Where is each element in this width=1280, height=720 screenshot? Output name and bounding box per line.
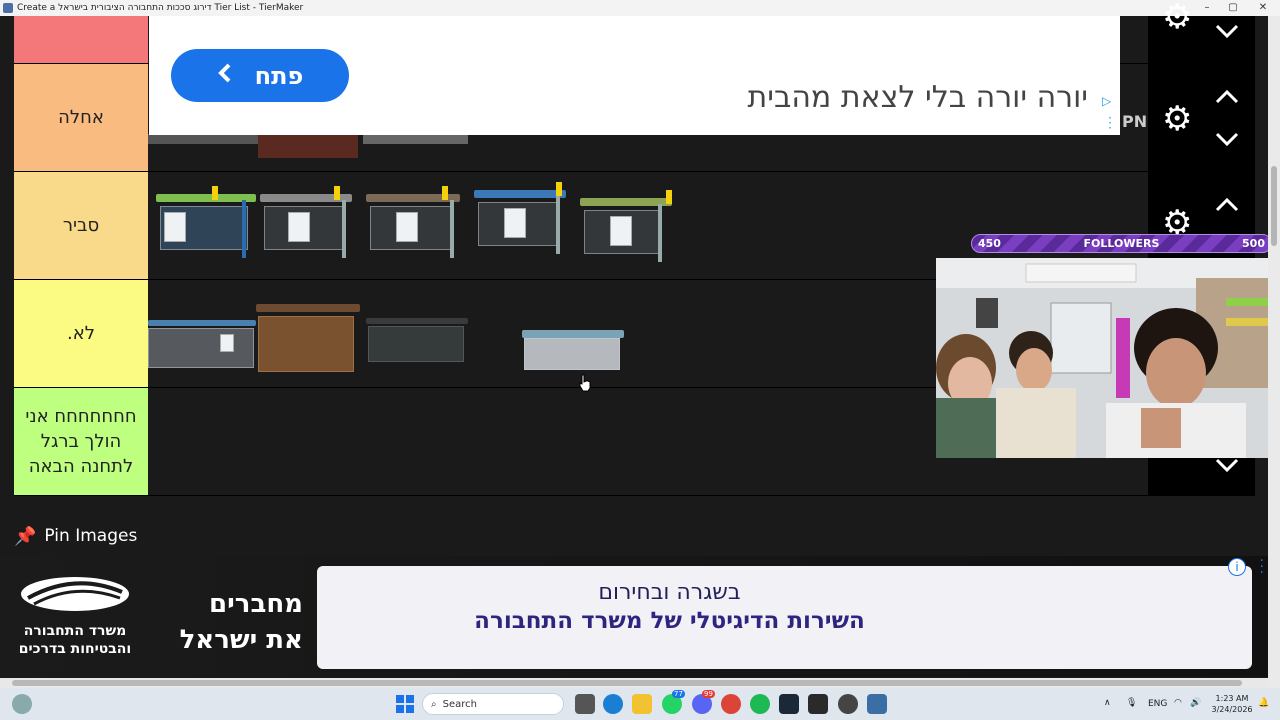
search-placeholder: Search <box>442 698 477 710</box>
screen: Create a דירוג סככות התחבורה הציבורית בי… <box>0 0 1280 720</box>
tier-label[interactable]: אחלה <box>14 64 148 171</box>
pin-icon: 📌 <box>14 525 37 547</box>
ad-slogan-line2: את ישראל <box>179 625 303 655</box>
pin-images-label: Pin Images <box>44 526 138 546</box>
widgets-icon[interactable] <box>12 694 32 714</box>
scrollbar-thumb[interactable] <box>12 680 1242 686</box>
gear-icon[interactable]: ⚙ <box>1162 102 1192 136</box>
wifi-icon[interactable]: ◠ <box>1174 698 1182 708</box>
followers-label: FOLLOWERS <box>1083 237 1160 250</box>
microphone-icon[interactable]: 🎙 <box>1126 698 1137 708</box>
ad-choices-icon[interactable]: ▷ <box>1102 94 1116 108</box>
discord-badge: 99 <box>702 690 715 698</box>
tier-item-shelter[interactable] <box>580 190 672 264</box>
volume-icon[interactable]: 🔊 <box>1190 698 1201 708</box>
window-title: Create a דירוג סככות התחבורה הציבורית בי… <box>17 3 304 13</box>
epic-games-icon[interactable] <box>808 694 828 714</box>
ad-banner-bottom[interactable]: משרד התחבורה והבטיחות בדרכים מחברים את י… <box>0 554 1268 677</box>
tier-item-shelter[interactable] <box>260 186 352 264</box>
steam-icon[interactable] <box>779 694 799 714</box>
search-icon: ⌕ <box>431 698 437 710</box>
ad-headline: יורה יורה בלי לצאת מהבית <box>747 80 1088 115</box>
chevron-down-icon[interactable] <box>1214 130 1240 148</box>
ministry-logo-icon <box>21 577 129 611</box>
tray-overflow-icon[interactable]: ∧ <box>1104 698 1111 708</box>
followers-goal-bar: 450 FOLLOWERS 500 <box>971 234 1272 253</box>
chevron-up-icon[interactable] <box>1214 196 1240 214</box>
chevron-left-icon <box>217 62 233 90</box>
tier-item-shelter[interactable] <box>148 134 258 144</box>
ad-panel-line1: בשגרה ובחירום <box>598 580 741 605</box>
followers-goal: 500 <box>1242 237 1265 250</box>
edge-icon[interactable] <box>603 694 623 714</box>
file-explorer-icon[interactable] <box>632 694 652 714</box>
calculator-icon[interactable] <box>867 694 887 714</box>
clock-date: 3/24/2026 <box>1211 705 1253 714</box>
taskbar-search[interactable]: ⌕ Search <box>422 693 564 715</box>
webcam-image <box>936 258 1280 458</box>
system-clock[interactable]: 1:23 AM 3/24/2026 <box>1210 693 1254 715</box>
vertical-scrollbar[interactable] <box>1268 16 1280 688</box>
tier-item-shelter[interactable] <box>366 318 468 368</box>
ad-brand-text: PN <box>1122 112 1148 131</box>
window-titlebar: Create a דירוג סככות התחבורה הציבורית בי… <box>0 0 1280 16</box>
horizontal-scrollbar[interactable] <box>0 678 1268 688</box>
tier-item-shelter[interactable] <box>156 186 256 264</box>
tier-item-shelter[interactable] <box>256 304 360 376</box>
tier-item-shelter[interactable] <box>474 182 566 264</box>
ad-more-icon[interactable]: · · · <box>1108 112 1112 134</box>
chrome-icon[interactable] <box>721 694 741 714</box>
webcam-overlay <box>936 258 1280 458</box>
maximize-button[interactable]: ▢ <box>1218 0 1248 16</box>
ad-open-button[interactable]: פתח <box>171 49 349 102</box>
ad-slogan: מחברים את ישראל <box>158 586 303 658</box>
tier-label[interactable]: סביר <box>14 172 148 279</box>
spotify-icon[interactable] <box>750 694 770 714</box>
whatsapp-badge: 77 <box>672 690 685 698</box>
task-view-icon[interactable] <box>575 694 595 714</box>
ministry-name-line2: והבטיחות בדרכים <box>18 641 132 657</box>
pin-images[interactable]: 📌 Pin Images <box>14 522 137 550</box>
info-icon[interactable]: i <box>1228 558 1246 576</box>
tier-label[interactable]: חחחחחחח אני הולך ברגל לתחנה הבאה <box>14 388 148 495</box>
gear-icon[interactable]: ⚙ <box>1162 0 1192 34</box>
notification-icon[interactable]: 🔔 <box>1258 698 1269 708</box>
tier-label[interactable]: לא. <box>14 280 148 387</box>
chevron-down-icon[interactable] <box>1214 22 1240 40</box>
close-button[interactable]: ✕ <box>1248 0 1278 16</box>
browser-tab-icon <box>3 3 13 13</box>
ministry-logo: משרד התחבורה והבטיחות בדרכים <box>10 576 140 666</box>
ministry-name-line1: משרד התחבורה <box>23 623 127 639</box>
clock-time: 1:23 AM <box>1215 694 1249 703</box>
language-indicator[interactable]: ENG <box>1148 699 1167 709</box>
obs-icon[interactable] <box>838 694 858 714</box>
chevron-down-icon[interactable] <box>1214 456 1240 474</box>
hand-cursor-icon <box>579 374 591 392</box>
windows-start-icon[interactable] <box>395 694 415 714</box>
taskbar: ⌕ Search 77 99 ∧ 🎙 ENG ◠ 🔊 1:23 AM 3/24/… <box>0 688 1280 720</box>
scrollbar-thumb[interactable] <box>1271 166 1277 246</box>
ad-banner-top[interactable]: פתח יורה יורה בלי לצאת מהבית ▷ · · · <box>149 16 1120 135</box>
ad-panel[interactable]: בשגרה ובחירום השירות הדיגיטלי של משרד הת… <box>317 566 1252 669</box>
ad-panel-line2: השירות הדיגיטלי של משרד התחבורה <box>474 608 865 634</box>
tier-item-shelter[interactable] <box>148 320 256 372</box>
ad-open-label: פתח <box>254 61 304 90</box>
followers-current: 450 <box>978 237 1001 250</box>
ad-slogan-line1: מחברים <box>209 589 303 619</box>
tier-label[interactable] <box>14 16 148 63</box>
chevron-up-icon[interactable] <box>1214 88 1240 106</box>
tier-item-shelter[interactable] <box>522 330 624 380</box>
ad-more-icon[interactable]: · · · <box>1260 554 1264 580</box>
tier-item-shelter[interactable] <box>366 186 460 264</box>
